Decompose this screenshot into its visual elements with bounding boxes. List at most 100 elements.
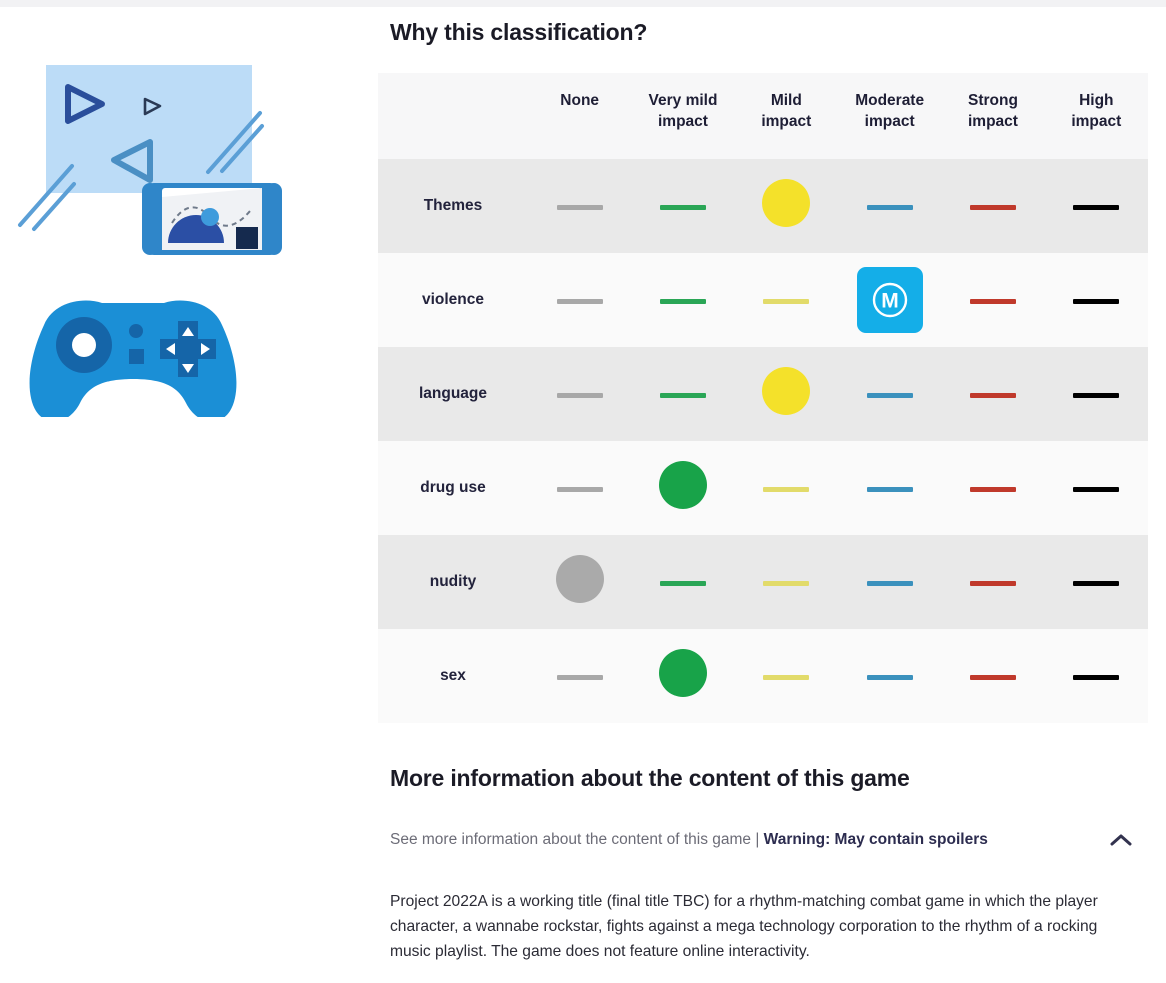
dash-high-marker	[1073, 298, 1120, 304]
dash-moderate-marker	[866, 392, 913, 398]
selected-dot-mild	[762, 367, 811, 416]
cell-sex-moderate	[838, 629, 941, 723]
dash-very-mild-marker	[659, 204, 706, 210]
chevron-up-icon	[1110, 834, 1132, 846]
selected-dot-very-mild	[658, 649, 707, 698]
column-header-very-mild: Very mild impact	[631, 73, 735, 159]
cell-violence-strong	[941, 253, 1044, 347]
dash-moderate-marker	[866, 204, 913, 210]
spoiler-prefix-text: See more information about the content o…	[390, 830, 764, 848]
cell-nudity-moderate	[838, 535, 941, 629]
cell-sex-strong	[941, 629, 1044, 723]
dash-high-marker	[1073, 392, 1120, 398]
spoiler-disclosure-row[interactable]: See more information about the content o…	[390, 826, 1135, 854]
dash-mild-marker	[763, 486, 810, 492]
page-title: Why this classification?	[390, 19, 648, 45]
header-blank	[378, 73, 528, 159]
circled-m-icon: M	[872, 282, 907, 318]
selected-dot-very-mild	[658, 461, 707, 510]
dash-mild-marker	[763, 674, 810, 680]
cell-themes-verymild	[631, 159, 734, 253]
cell-themes-moderate	[838, 159, 941, 253]
column-header-mild: Mild impact	[734, 73, 838, 159]
dash-mild-marker	[763, 580, 810, 586]
dash-none-marker	[556, 674, 603, 680]
table-row: drug use	[378, 440, 1148, 535]
column-header-very-mild-line1: Very mild	[648, 92, 718, 109]
svg-text:M: M	[881, 289, 899, 312]
more-information-section: More information about the content of th…	[390, 765, 1135, 965]
row-label-sex: sex	[440, 666, 466, 684]
dash-strong-marker	[969, 486, 1016, 492]
cell-themes-strong	[941, 159, 1044, 253]
dash-very-mild-marker	[659, 580, 706, 586]
dash-moderate-marker	[866, 486, 913, 492]
rating-badge-m: M	[856, 266, 923, 333]
row-label-drug-use: drug use	[420, 478, 486, 496]
cell-themes-mild	[735, 159, 838, 253]
cell-druguse-mild	[735, 441, 838, 535]
page-root: Why this classification? None Very mild …	[0, 7, 1166, 983]
row-label-language: language	[418, 384, 488, 402]
dash-very-mild-marker	[659, 298, 706, 304]
handheld-device	[142, 183, 282, 255]
dash-strong-marker	[969, 392, 1016, 398]
dash-very-mild-marker	[659, 392, 706, 398]
dash-strong-marker	[969, 580, 1016, 586]
column-header-moderate: Moderate impact	[837, 73, 942, 159]
cell-druguse-strong	[941, 441, 1044, 535]
column-header-high-line1: High	[1079, 92, 1114, 109]
cell-themes-high	[1045, 159, 1148, 253]
table-head: None Very mild impact Mild impact Modera…	[378, 73, 1148, 159]
dash-moderate-marker	[866, 674, 913, 680]
spoiler-warning-text: Warning: May contain spoilers	[763, 830, 988, 848]
cell-violence-none	[528, 253, 631, 347]
table-row: violence M	[378, 252, 1148, 347]
column-header-none: None	[528, 73, 632, 159]
cell-language-strong	[941, 347, 1044, 441]
cell-nudity-verymild	[631, 535, 734, 629]
spoiler-link-text[interactable]: See more information about the content o…	[390, 831, 988, 849]
cell-nudity-mild	[735, 535, 838, 629]
cell-language-none	[528, 347, 631, 441]
more-information-title: More information about the content of th…	[390, 764, 910, 791]
cell-language-mild	[735, 347, 838, 441]
table-row: sex	[378, 628, 1148, 723]
cell-themes-none	[528, 159, 631, 253]
cell-druguse-verymild	[631, 441, 734, 535]
column-header-very-mild-line2: impact	[658, 112, 708, 130]
table-body: Themes violence M language drug use nudi…	[378, 158, 1148, 723]
row-label-nudity: nudity	[429, 572, 477, 590]
cell-nudity-none	[528, 535, 631, 629]
dash-strong-marker	[969, 204, 1016, 210]
column-header-mild-line2: impact	[761, 112, 812, 130]
dash-high-marker	[1073, 486, 1120, 492]
selected-dot-mild	[762, 179, 811, 228]
dash-high-marker	[1073, 674, 1120, 680]
game-description-text: Project 2022A is a working title (final …	[390, 892, 1098, 961]
table-header-row: None Very mild impact Mild impact Modera…	[378, 73, 1148, 159]
dash-moderate-marker	[866, 580, 913, 586]
column-header-moderate-line2: impact	[864, 112, 915, 130]
column-header-high: High impact	[1044, 73, 1148, 159]
dash-mild-marker	[763, 298, 810, 304]
table-row: nudity	[378, 534, 1148, 629]
row-label-violence: violence	[421, 290, 485, 308]
cell-sex-verymild	[631, 629, 734, 723]
classification-table-wrapper: None Very mild impact Mild impact Modera…	[378, 73, 1148, 723]
cell-nudity-strong	[941, 535, 1044, 629]
cell-language-moderate	[838, 347, 941, 441]
cell-violence-moderate: M	[838, 253, 941, 347]
dash-none-marker	[556, 204, 603, 210]
cell-nudity-high	[1045, 535, 1148, 629]
column-header-high-line2: impact	[1071, 112, 1122, 130]
cell-language-verymild	[631, 347, 734, 441]
content-pane: Why this classification? None Very mild …	[378, 7, 1166, 983]
cell-sex-high	[1045, 629, 1148, 723]
collapse-toggle-button[interactable]	[1107, 826, 1135, 854]
dash-strong-marker	[969, 674, 1016, 680]
dash-high-marker	[1073, 204, 1120, 210]
column-header-mild-line1: Mild	[770, 92, 802, 109]
column-header-none-line1: None	[560, 92, 600, 109]
cell-violence-verymild	[631, 253, 734, 347]
